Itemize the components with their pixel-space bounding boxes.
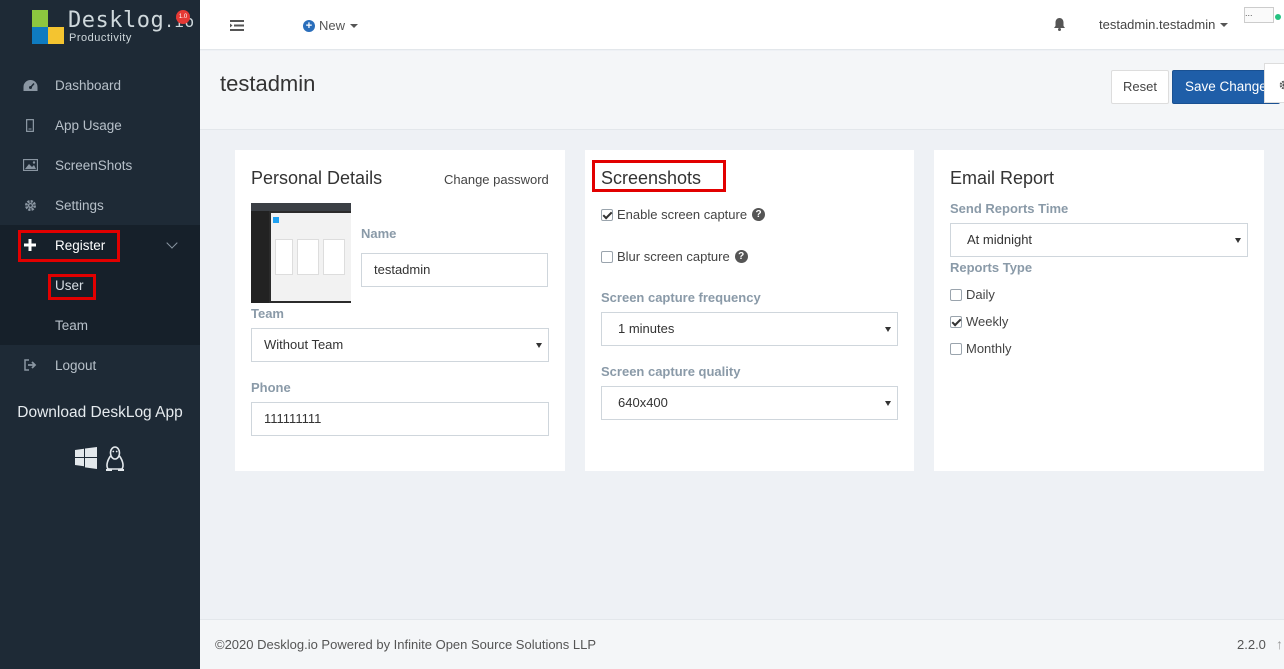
change-password-link[interactable]: Change password <box>444 172 549 187</box>
blur-screen-capture-checkbox[interactable]: Blur screen capture ? <box>601 249 748 264</box>
checkbox-label: Enable screen capture <box>617 207 748 222</box>
name-label: Name <box>361 226 397 241</box>
sidebar-nav: Dashboard App Usage ScreenShots Settings… <box>0 65 200 385</box>
download-app-label: Download DeskLog App <box>17 404 183 421</box>
image-icon <box>22 157 38 173</box>
dashboard-icon <box>22 77 38 93</box>
sidebar-item-register[interactable]: Register <box>0 225 200 265</box>
footer: ©2020 Desklog.io Powered by Infinite Ope… <box>200 619 1284 669</box>
bell-icon[interactable] <box>1053 17 1066 34</box>
logo-mark-icon <box>32 10 64 44</box>
register-submenu: User Team <box>0 265 200 345</box>
weekly-checkbox[interactable]: Weekly <box>950 314 1008 329</box>
card-title: Screenshots <box>601 168 702 188</box>
checkbox-unchecked[interactable] <box>601 250 613 263</box>
brand-logo[interactable]: Desklog.io Productivity 1.0 <box>32 8 194 46</box>
sidebar-item-label: Register <box>55 237 106 253</box>
gear-icon <box>22 197 38 213</box>
checkbox-label: Weekly <box>966 314 1009 329</box>
frequency-select[interactable]: 1 minutes <box>601 312 898 346</box>
sidebar-item-label: Team <box>55 317 89 333</box>
monthly-checkbox[interactable]: Monthly <box>950 341 1012 356</box>
sidebar: Desklog.io Productivity 1.0 Dashboard Ap… <box>0 0 200 669</box>
phone-label: Phone <box>251 380 291 395</box>
avatar[interactable]: ... <box>1244 7 1274 23</box>
sidebar-item-label: Dashboard <box>55 77 122 93</box>
new-label: New <box>319 18 346 33</box>
download-icons <box>74 446 126 475</box>
checkbox-label: Monthly <box>966 341 1012 356</box>
sidebar-item-app-usage[interactable]: App Usage <box>0 105 200 145</box>
email-report-card: Email Report Send Reports Time At midnig… <box>934 150 1264 471</box>
logout-icon <box>22 357 38 373</box>
windows-icon[interactable] <box>74 446 98 475</box>
new-dropdown-button[interactable]: + New <box>303 18 359 33</box>
send-time-label: Send Reports Time <box>950 201 1069 216</box>
app-version: 2.2.0 <box>1237 637 1266 652</box>
user-menu-dropdown[interactable]: testadmin.testadmin <box>1099 17 1229 32</box>
quality-label: Screen capture quality <box>601 364 741 379</box>
frequency-label: Screen capture frequency <box>601 290 761 305</box>
screenshots-card: Screenshots Enable screen capture ? Blur… <box>585 150 914 471</box>
sidebar-item-screenshots[interactable]: ScreenShots <box>0 145 200 185</box>
send-time-select[interactable]: At midnight <box>950 223 1248 257</box>
caret-down-icon <box>350 23 359 28</box>
team-select[interactable]: Without Team <box>251 328 549 362</box>
page-header: testadmin Reset Save Changes <box>200 51 1284 130</box>
sidebar-item-logout[interactable]: Logout <box>0 345 200 385</box>
sidebar-item-label: ScreenShots <box>55 157 133 173</box>
plus-circle-icon: + <box>303 19 315 32</box>
name-field[interactable]: testadmin <box>361 253 548 287</box>
sidebar-item-user[interactable]: User <box>0 265 200 305</box>
checkbox-label: Blur screen capture <box>617 249 730 264</box>
daily-checkbox[interactable]: Daily <box>950 287 995 302</box>
topbar: + New testadmin.testadmin ... <box>200 0 1284 50</box>
sidebar-item-label: Settings <box>55 197 104 213</box>
sidebar-item-dashboard[interactable]: Dashboard <box>0 65 200 105</box>
help-icon[interactable]: ? <box>752 208 766 221</box>
plus-icon <box>22 237 38 253</box>
team-label: Team <box>251 306 284 321</box>
caret-down-icon <box>1220 22 1229 27</box>
sidebar-item-settings[interactable]: Settings <box>0 185 200 225</box>
online-status-icon <box>1275 14 1281 20</box>
sidebar-item-label: Logout <box>55 357 97 373</box>
help-icon[interactable]: ? <box>734 250 748 263</box>
version-badge: 1.0 <box>176 10 190 24</box>
checkbox-checked[interactable] <box>950 315 962 328</box>
checkbox-label: Daily <box>966 287 995 302</box>
profile-screenshot-thumbnail[interactable] <box>251 203 351 303</box>
brand-name: Desklog.io <box>68 8 194 33</box>
copyright-text: ©2020 Desklog.io Powered by Infinite Ope… <box>215 637 597 652</box>
reset-button[interactable]: Reset <box>1111 70 1169 104</box>
personal-details-card: Personal Details Change password Name te… <box>235 150 565 471</box>
quality-select[interactable]: 640x400 <box>601 386 898 420</box>
username: testadmin.testadmin <box>1099 17 1216 32</box>
checkbox-unchecked[interactable] <box>950 288 962 301</box>
enable-screen-capture-checkbox[interactable]: Enable screen capture ? <box>601 207 766 222</box>
reports-type-label: Reports Type <box>950 260 1033 275</box>
linux-icon[interactable] <box>104 446 126 475</box>
checkbox-unchecked[interactable] <box>950 342 962 355</box>
settings-panel-toggle[interactable] <box>1264 63 1284 103</box>
scroll-to-top-icon[interactable]: ↑ <box>1276 636 1283 652</box>
page-title: testadmin <box>220 71 316 96</box>
checkbox-checked[interactable] <box>601 208 613 221</box>
card-title: Email Report <box>950 168 1055 188</box>
card-title: Personal Details <box>251 168 383 188</box>
brand-tagline: Productivity <box>69 32 132 44</box>
sidebar-item-label: User <box>55 277 84 293</box>
gear-icon <box>1279 78 1284 93</box>
phone-field[interactable]: 111111111 <box>251 402 549 436</box>
mobile-icon <box>22 117 38 133</box>
menu-toggle-icon[interactable] <box>230 19 244 34</box>
sidebar-item-team[interactable]: Team <box>0 305 200 345</box>
chevron-down-icon <box>166 237 178 249</box>
sidebar-item-label: App Usage <box>55 117 122 133</box>
